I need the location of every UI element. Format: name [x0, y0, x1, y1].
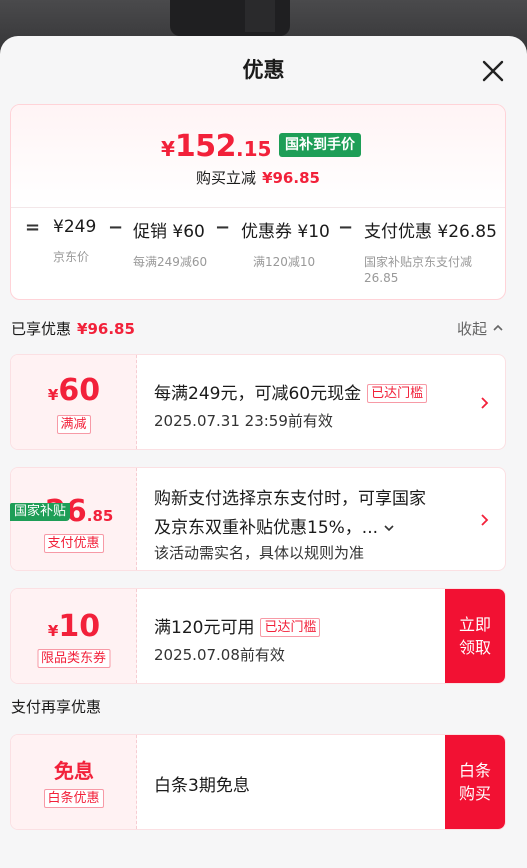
- formula-term-payment: 支付优惠 ¥26.85 国家补贴京东支付减26.85: [364, 222, 497, 285]
- pay-more-label: 支付再享优惠: [11, 698, 102, 716]
- enjoyed-discount-label: 已享优惠 ¥96.85: [11, 320, 135, 338]
- coupon-validity: 2025.07.08前有效: [154, 646, 285, 664]
- saved-line: 购买立减 ¥96.85: [196, 169, 320, 187]
- minus-sign: −: [108, 217, 124, 238]
- chevron-down-icon[interactable]: [383, 523, 395, 533]
- coupon-note: 该活动需实名，具体以规则为准: [154, 544, 365, 562]
- coupon-card-category: ¥10 限品类东券 满120元可用 已达门槛 2025.07.08前有效 立即领取: [10, 588, 506, 684]
- coupon-title: 每满249元，可减60元现金 已达门槛: [154, 379, 428, 404]
- minus-sign: −: [215, 217, 231, 238]
- gov-subsidy-price-tag: 国补到手价: [279, 133, 361, 157]
- background-product-stem: [245, 0, 275, 32]
- coupon-title-line-2: 及京东双重补贴优惠15%，...: [154, 513, 426, 538]
- threshold-reached-badge: 已达门槛: [260, 618, 321, 637]
- coupon-type-badge: 支付优惠: [43, 534, 104, 553]
- coupon-type-badge: 满减: [56, 415, 91, 434]
- discount-sheet: 优惠 ¥152.15 国补到手价 购买立减 ¥96.85 = ¥249 京东价 −…: [0, 36, 527, 868]
- baitiao-badge: 白条优惠: [43, 789, 104, 808]
- sheet-title: 优惠: [242, 58, 285, 82]
- baitiao-buy-button[interactable]: 白条购买: [445, 735, 505, 829]
- coupon-amount: ¥10: [47, 609, 101, 644]
- coupon-amount: ¥60: [47, 373, 101, 408]
- price-formula: = ¥249 京东价 − 促销 ¥60 每满249减60 − 优惠券 ¥10 满…: [11, 217, 505, 297]
- coupon-card-payment-discount[interactable]: ¥26.85 支付优惠 购新支付选择京东支付时，可享国家 及京东双重补贴优惠15…: [10, 467, 506, 571]
- collapse-button[interactable]: 收起: [457, 318, 504, 339]
- price-summary-card: ¥152.15 国补到手价 购买立减 ¥96.85 = ¥249 京东价 − 促销…: [10, 104, 506, 300]
- chevron-up-icon: [493, 324, 503, 331]
- baitiao-title: 白条3期免息: [154, 776, 250, 796]
- gov-subsidy-corner-tag: 国家补贴: [10, 503, 71, 521]
- formula-term-promotion: 促销 ¥60 每满249减60: [133, 222, 208, 269]
- formula-term-coupon: 优惠券 ¥10 满120减10: [241, 222, 330, 269]
- coupon-validity: 2025.07.31 23:59前有效: [154, 412, 333, 430]
- chevron-right-icon[interactable]: [477, 513, 491, 527]
- threshold-reached-badge: 已达门槛: [367, 384, 428, 403]
- equals-sign: =: [25, 217, 41, 238]
- coupon-title: 满120元可用 已达门槛: [154, 613, 321, 638]
- coupon-title-line-1: 购新支付选择京东支付时，可享国家: [154, 489, 426, 509]
- baitiao-interest-free: 免息: [54, 759, 94, 783]
- coupon-type-badge: 限品类东券: [36, 649, 111, 668]
- chevron-right-icon[interactable]: [477, 396, 491, 410]
- bottom-spacer: [0, 854, 527, 868]
- divider: [11, 207, 505, 208]
- close-icon: [482, 60, 504, 82]
- minus-sign: −: [338, 217, 354, 238]
- coupon-card-full-reduction[interactable]: ¥60 满减 每满249元，可减60元现金 已达门槛 2025.07.31 23:…: [10, 354, 506, 450]
- claim-coupon-button[interactable]: 立即领取: [445, 589, 505, 683]
- close-button[interactable]: [478, 56, 508, 86]
- final-price: ¥152.15: [161, 129, 272, 164]
- baitiao-card: 免息 白条优惠 白条3期免息 白条购买: [10, 734, 506, 830]
